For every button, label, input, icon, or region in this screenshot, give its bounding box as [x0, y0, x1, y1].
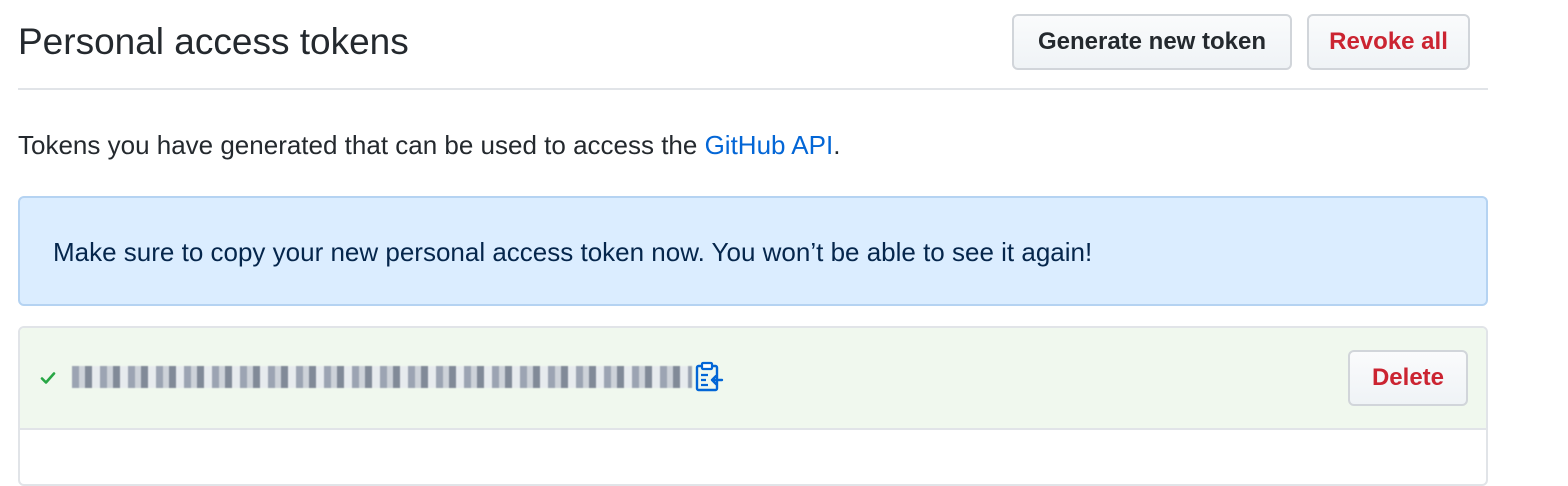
token-list: Delete	[18, 326, 1488, 486]
description-text: Tokens you have generated that can be us…	[18, 130, 705, 160]
flash-message: Make sure to copy your new personal acce…	[53, 237, 1093, 267]
generate-new-token-button[interactable]: Generate new token	[1012, 14, 1292, 70]
token-value-obscured	[72, 366, 692, 388]
check-icon	[40, 372, 56, 384]
description-suffix: .	[833, 130, 841, 160]
revoke-all-button[interactable]: Revoke all	[1307, 14, 1470, 70]
flash-notice: Make sure to copy your new personal acce…	[18, 196, 1488, 306]
delete-token-button[interactable]: Delete	[1348, 350, 1468, 406]
github-api-link[interactable]: GitHub API	[705, 130, 834, 160]
clippy-icon[interactable]	[694, 361, 724, 393]
page-title: Personal access tokens	[18, 21, 409, 62]
new-token-row: Delete	[20, 328, 1486, 430]
tokens-description: Tokens you have generated that can be us…	[18, 128, 840, 162]
